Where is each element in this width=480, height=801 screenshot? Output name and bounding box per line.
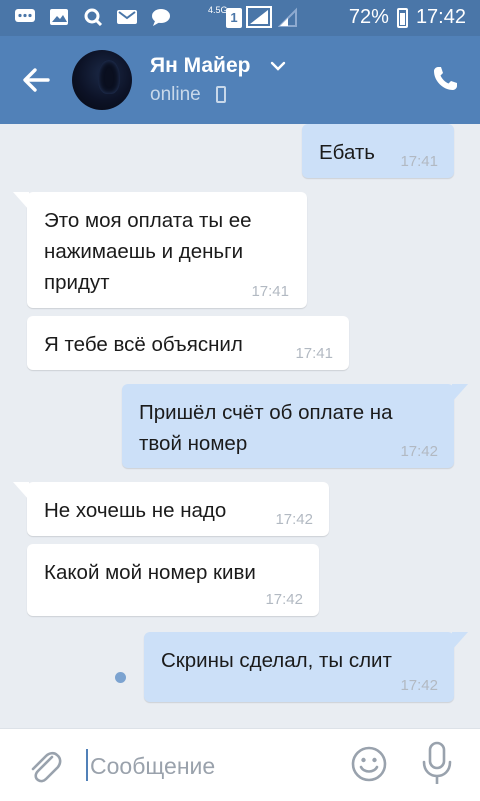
status-bar: 4.5G 1 72% 17:42 [0, 0, 480, 36]
message-bubble-outgoing[interactable]: Ебать 17:41 [302, 124, 454, 178]
chat-bubble-icon [15, 9, 35, 22]
battery-icon [396, 7, 408, 28]
message-text: Какой мой номер киви [44, 561, 256, 584]
message-list[interactable]: Ебать 17:41 Это моя оплата ты ее нажимае… [0, 124, 480, 728]
contact-name[interactable]: Ян Майер [150, 54, 250, 78]
message-text: Я тебе всё объяснил [44, 333, 243, 356]
message-bubble-incoming[interactable]: Я тебе всё объяснил 17:41 [27, 316, 349, 370]
message-bubble-outgoing[interactable]: Скрины сделал, ты слит 17:42 [144, 632, 468, 702]
paperclip-icon[interactable] [26, 745, 62, 785]
message-text: Пришёл счёт об оплате на твой номер [139, 401, 393, 455]
battery-percent: 72% [348, 6, 389, 28]
message-text: Это моя оплата ты ее нажимаешь и деньги … [44, 209, 252, 294]
network-indicator: 4.5G 1 [208, 6, 298, 28]
phone-call-icon[interactable] [430, 64, 460, 94]
message-bubble-incoming[interactable]: Какой мой номер киви 17:42 [27, 544, 319, 616]
message-text: Не хочешь не надо [44, 499, 227, 522]
message-time: 17:41 [251, 283, 289, 300]
microphone-icon[interactable] [420, 741, 454, 787]
sim-slot-badge: 1 [226, 8, 242, 28]
message-text: Ебать [319, 141, 375, 164]
chat-header: Ян Майер online [0, 36, 480, 124]
status-time: 17:42 [415, 6, 466, 28]
message-time: 17:42 [265, 591, 303, 608]
notification-icons [14, 8, 172, 26]
signal-strength-icon [246, 6, 272, 28]
search-icon [84, 8, 103, 26]
message-time: 17:41 [400, 153, 438, 170]
mobile-device-icon [216, 86, 226, 103]
unread-indicator [115, 672, 126, 683]
message-text: Скрины сделал, ты слит [161, 649, 392, 672]
signal-strength-2-icon [278, 7, 297, 27]
emoji-icon[interactable] [350, 745, 388, 783]
contact-avatar[interactable] [72, 50, 132, 110]
message-time: 17:42 [400, 677, 438, 694]
contact-status: online [150, 84, 201, 105]
message-bubble-incoming[interactable]: Это моя оплата ты ее нажимаешь и деньги … [13, 192, 307, 308]
message-time: 17:42 [400, 443, 438, 460]
back-arrow-icon[interactable] [18, 62, 54, 98]
mail-icon [117, 10, 137, 24]
message-time: 17:41 [295, 345, 333, 362]
message-input[interactable] [88, 743, 342, 789]
message-icon [152, 9, 170, 26]
message-composer [0, 728, 480, 801]
message-time: 17:42 [275, 511, 313, 528]
message-bubble-outgoing[interactable]: Пришёл счёт об оплате на твой номер 17:4… [122, 384, 468, 468]
chevron-down-icon[interactable] [270, 58, 286, 74]
network-type: 4.5G [208, 5, 228, 15]
image-icon [50, 9, 68, 25]
message-bubble-incoming[interactable]: Не хочешь не надо 17:42 [13, 482, 329, 536]
